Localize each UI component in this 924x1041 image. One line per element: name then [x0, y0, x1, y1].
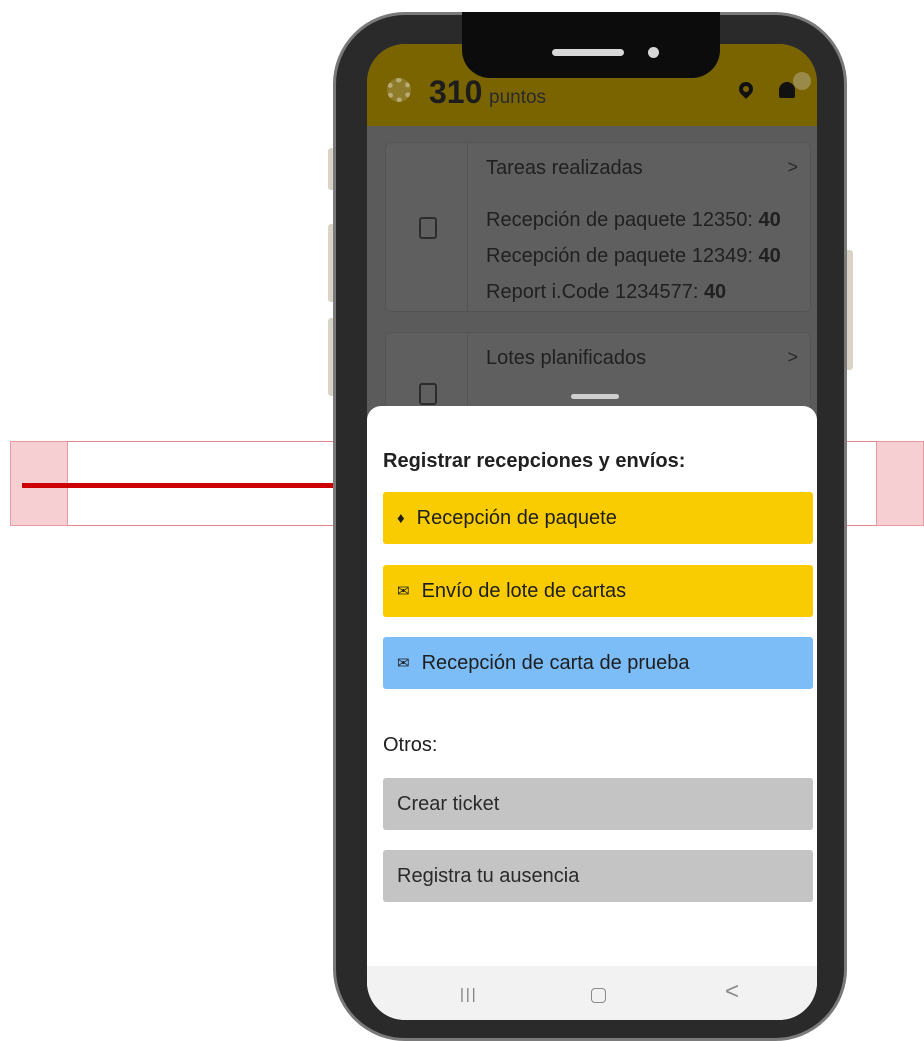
home-icon[interactable] — [591, 988, 606, 1003]
envelope-icon: ✉ — [397, 583, 410, 600]
card-title: Tareas realizadas — [486, 157, 643, 179]
sheet-drag-handle[interactable] — [571, 394, 619, 399]
card-icon-column — [386, 143, 468, 311]
button-label: Recepción de carta de prueba — [421, 651, 690, 674]
system-nav-bar: ||| < — [367, 966, 817, 1020]
notification-badge — [793, 72, 811, 90]
chevron-right-icon[interactable]: > — [787, 157, 798, 178]
package-reception-button[interactable]: ♦ Recepción de paquete — [383, 492, 813, 544]
front-camera — [648, 47, 659, 58]
letter-batch-send-button[interactable]: ✉ Envío de lote de cartas — [383, 565, 813, 617]
clipboard-check-icon — [419, 217, 437, 239]
button-label: Registra tu ausencia — [397, 864, 580, 887]
points-label: puntos — [489, 87, 547, 108]
section-title-others: Otros: — [383, 734, 438, 756]
package-icon: ♦ — [397, 509, 405, 527]
points-value: 310 — [429, 74, 483, 110]
recent-apps-icon[interactable]: ||| — [460, 986, 478, 1003]
phone-notch — [462, 12, 720, 78]
card-title: Lotes planificados — [486, 347, 647, 369]
red-arrow-shaft — [22, 483, 344, 488]
phone-screen: 310 puntos Tareas realizadas > Recepción… — [367, 44, 817, 1020]
highlight-band-right — [876, 441, 924, 526]
task-line: Recepción de paquete 12350: 40 — [486, 209, 781, 231]
register-absence-button[interactable]: Registra tu ausencia — [383, 850, 813, 902]
section-title-register: Registrar recepciones y envíos: — [383, 450, 686, 472]
test-letter-reception-button[interactable]: ✉ Recepción de carta de prueba — [383, 637, 813, 689]
bottom-sheet: Registrar recepciones y envíos: ♦ Recepc… — [367, 394, 817, 1020]
task-line: Recepción de paquete 12349: 40 — [486, 245, 781, 267]
task-line: Report i.Code 1234577: 40 — [486, 281, 727, 303]
button-label: Envío de lote de cartas — [421, 579, 627, 602]
tasks-card[interactable]: Tareas realizadas > Recepción de paquete… — [385, 142, 811, 312]
create-ticket-button[interactable]: Crear ticket — [383, 778, 813, 830]
mailbox-icon: ✉ — [397, 655, 410, 672]
button-label: Crear ticket — [397, 792, 500, 815]
gear-icon[interactable] — [387, 78, 411, 102]
back-icon[interactable]: < — [725, 978, 739, 1006]
speaker-grille — [552, 49, 624, 56]
button-label: Recepción de paquete — [416, 506, 617, 529]
bell-icon[interactable] — [779, 82, 795, 98]
clipboard-list-icon — [419, 383, 437, 405]
location-pin-icon[interactable] — [736, 79, 756, 99]
chevron-right-icon[interactable]: > — [787, 347, 798, 368]
